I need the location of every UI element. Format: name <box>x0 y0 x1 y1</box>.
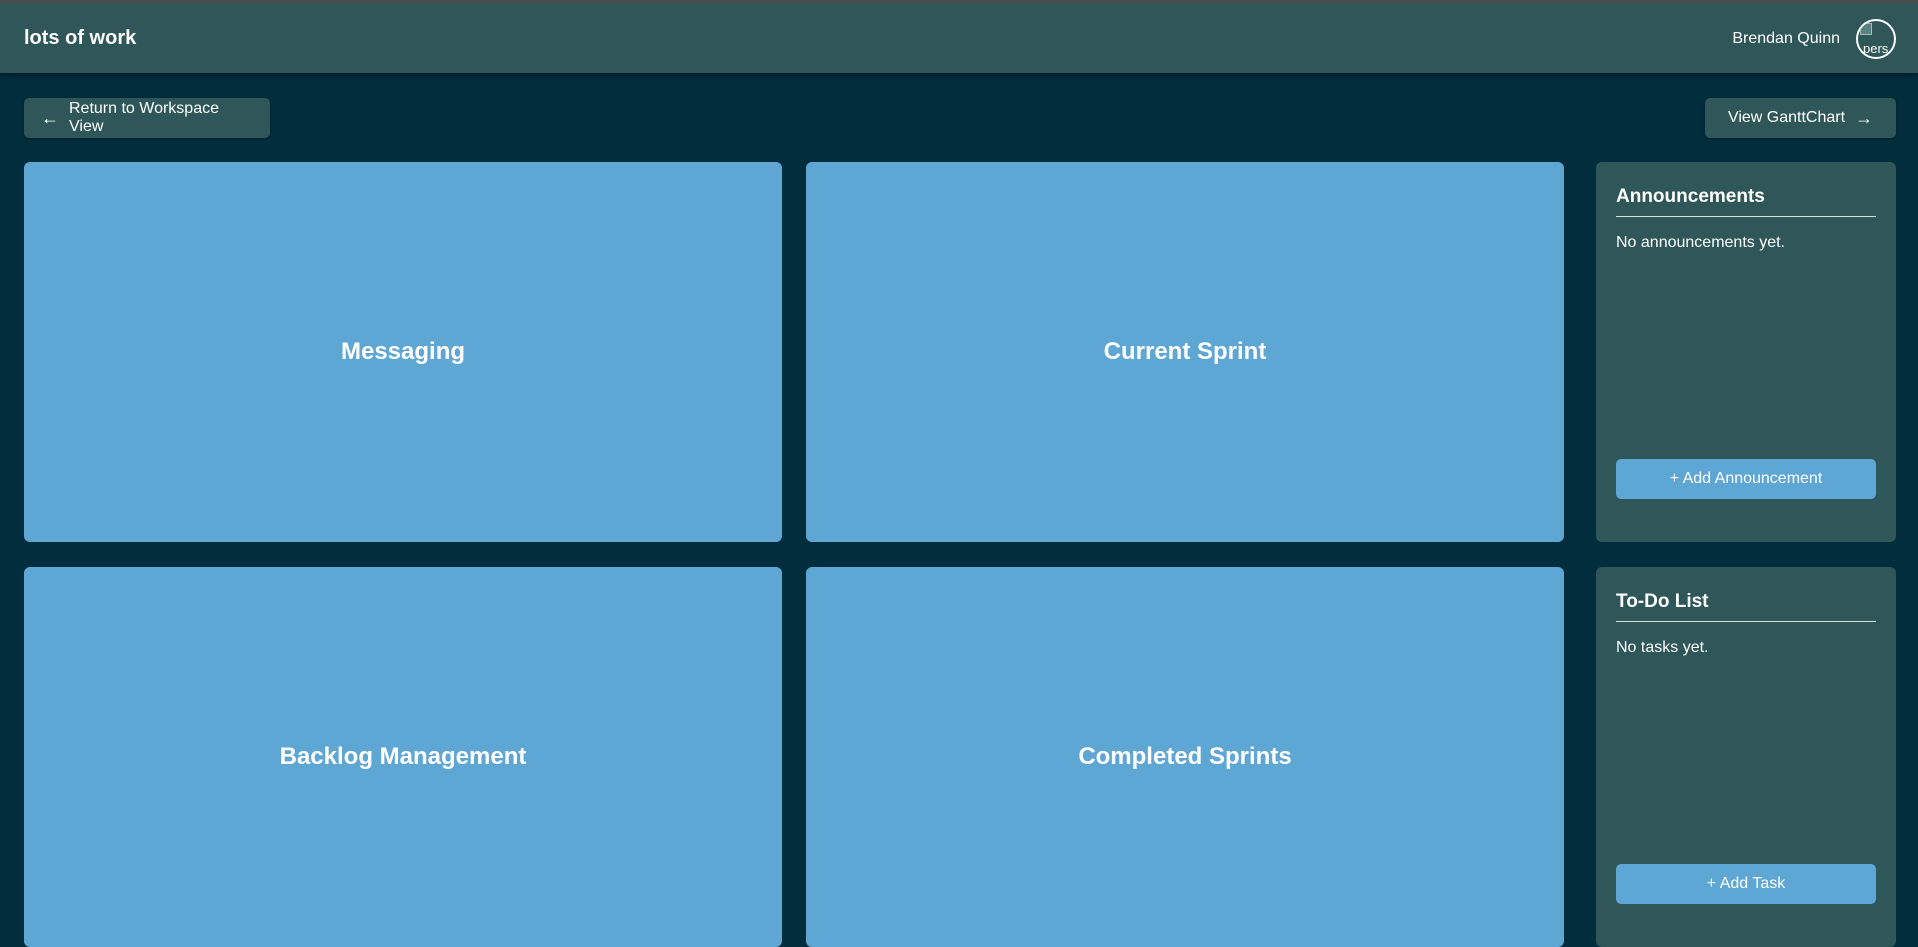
return-to-workspace-button[interactable]: ← Return to Workspace View <box>24 98 270 138</box>
announcements-title: Announcements <box>1616 186 1876 217</box>
add-announcement-button[interactable]: + Add Announcement <box>1616 459 1876 499</box>
view-gantt-chart-button[interactable]: View GanttChart → <box>1705 98 1896 138</box>
user-name: Brendan Quinn <box>1732 30 1840 47</box>
completed-sprints-card[interactable]: Completed Sprints <box>806 567 1564 947</box>
messaging-card-label: Messaging <box>340 338 466 365</box>
top-bar: lots of work Brendan Quinn pers <box>0 0 1918 73</box>
current-sprint-card-label: Current Sprint <box>1103 338 1267 365</box>
arrow-left-icon: ← <box>41 108 59 128</box>
arrow-right-icon: → <box>1855 108 1874 128</box>
broken-image-icon <box>1860 23 1872 35</box>
todo-title: To-Do List <box>1616 591 1876 622</box>
announcements-empty-text: No announcements yet. <box>1616 234 1785 251</box>
avatar[interactable]: pers <box>1856 19 1896 59</box>
return-to-workspace-label: Return to Workspace View <box>69 100 219 135</box>
current-sprint-card[interactable]: Current Sprint <box>806 162 1564 542</box>
announcements-panel: Announcements No announcements yet. + Ad… <box>1596 162 1896 542</box>
add-task-button[interactable]: + Add Task <box>1616 864 1876 904</box>
backlog-management-card-label: Backlog Management <box>279 743 527 770</box>
completed-sprints-card-label: Completed Sprints <box>1078 743 1292 770</box>
avatar-alt-text: pers <box>1863 41 1889 56</box>
todo-empty-text: No tasks yet. <box>1616 639 1709 656</box>
backlog-management-card[interactable]: Backlog Management <box>24 567 782 947</box>
app-title: lots of work <box>24 27 137 49</box>
todo-panel: To-Do List No tasks yet. + Add Task <box>1596 567 1896 947</box>
view-gantt-chart-label: View GanttChart <box>1727 109 1846 126</box>
messaging-card[interactable]: Messaging <box>24 162 782 542</box>
